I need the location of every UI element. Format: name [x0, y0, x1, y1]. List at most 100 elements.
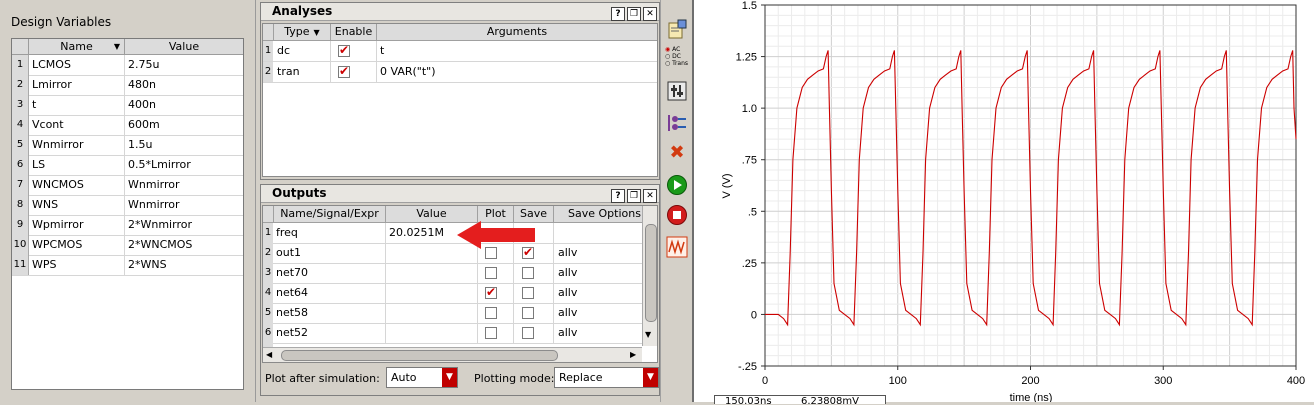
save-checkbox[interactable]: [522, 307, 534, 319]
design-variable-row[interactable]: 8 WNS Wnmirror: [12, 195, 243, 216]
plotting-mode-label: Plotting mode:: [474, 372, 555, 385]
name-signal-column-header[interactable]: Name/Signal/Expr: [274, 206, 386, 223]
output-name: net70: [276, 266, 309, 279]
variable-value: 2.75u: [128, 58, 160, 71]
output-row[interactable]: 3 net70 allv: [263, 263, 642, 284]
variable-name: LS: [32, 158, 46, 171]
plot-after-simulation-select[interactable]: Auto ▼: [386, 367, 458, 388]
save-checkbox[interactable]: [522, 267, 534, 279]
red-arrow-annotation: [457, 221, 535, 249]
cell-separator: [553, 323, 554, 343]
design-variable-row[interactable]: 6 LS 0.5*Lmirror: [12, 155, 243, 176]
design-variable-row[interactable]: 5 Wnmirror 1.5u: [12, 135, 243, 156]
row-index: 6: [263, 323, 273, 343]
run-icon[interactable]: [665, 174, 689, 196]
cell-separator: [477, 303, 478, 323]
stop-icon[interactable]: [665, 204, 689, 226]
variable-name: WPCMOS: [32, 238, 83, 251]
ac-dc-trans-icon[interactable]: ◉ AC ○ DC ○ Trans: [665, 46, 689, 74]
waveform-chart: -.25 0 .25 .5 .75 1.0 1.25 1.5 0 100 200 300 400 V (…: [721, 0, 1305, 404]
horizontal-scroll-thumb[interactable]: [281, 350, 558, 361]
plot-checkbox[interactable]: [485, 307, 497, 319]
scroll-down-arrow-icon[interactable]: ▼: [645, 330, 651, 339]
save-checkbox[interactable]: [522, 287, 534, 299]
y-tick-label: .75: [742, 155, 757, 167]
analysis-arguments: 0 VAR("t"): [380, 65, 436, 78]
variables-icon[interactable]: [665, 80, 689, 102]
plot-checkbox[interactable]: [485, 267, 497, 279]
variable-value: 0.5*Lmirror: [128, 158, 191, 171]
analysis-row[interactable]: 1 dc t: [263, 41, 657, 62]
outputs-icon[interactable]: [665, 112, 689, 134]
plotting-mode-value: Replace: [559, 371, 603, 384]
cell-separator: [124, 175, 125, 195]
arrow-shape: [457, 221, 535, 249]
y-tick-label: -.25: [738, 361, 757, 373]
help-icon[interactable]: ?: [611, 189, 625, 203]
enable-checkbox[interactable]: [338, 64, 350, 78]
window-buttons: ? ❐ ✕: [609, 186, 657, 203]
cell-separator: [385, 263, 386, 283]
output-row[interactable]: 2out1 allv: [263, 243, 642, 264]
design-variable-row[interactable]: 3 t 400n: [12, 95, 243, 116]
vertical-scrollbar[interactable]: ▼: [642, 206, 657, 346]
plotting-mode-select[interactable]: Replace ▼: [554, 367, 659, 388]
design-variable-row[interactable]: 11 WPS 2*WNS: [12, 255, 243, 276]
variable-name: WPS: [32, 258, 57, 271]
design-variable-row[interactable]: 10 WPCMOS 2*WNCMOS: [12, 235, 243, 256]
cell-separator: [124, 215, 125, 235]
design-variable-row[interactable]: 4 Vcont 600m: [12, 115, 243, 136]
enable-checkbox[interactable]: [338, 43, 350, 57]
output-row[interactable]: 1 freq 20.0251M: [263, 223, 642, 244]
design-variable-row[interactable]: 1 LCMOS 2.75u: [12, 55, 243, 76]
x-tick-label: 100: [889, 375, 907, 387]
name-column-header[interactable]: Name ▼: [29, 39, 125, 55]
output-name: net58: [276, 306, 309, 319]
design-variable-row[interactable]: 7 WNCMOS Wnmirror: [12, 175, 243, 196]
enable-column-header[interactable]: Enable: [331, 24, 377, 41]
arguments-column-header[interactable]: Arguments: [377, 24, 657, 41]
analyses-title: Analyses: [272, 4, 333, 18]
outputs-title: Outputs: [272, 186, 327, 200]
float-icon[interactable]: ❐: [627, 7, 641, 21]
cell-separator: [376, 62, 377, 82]
plot-icon[interactable]: [665, 236, 689, 258]
analysis-type: tran: [277, 65, 300, 78]
save-checkbox[interactable]: [522, 327, 534, 339]
vertical-scroll-thumb[interactable]: [645, 224, 657, 322]
x-axis-label: time (ns): [1010, 392, 1053, 402]
output-row[interactable]: 6 net52 allv: [263, 323, 642, 344]
scroll-right-arrow-icon[interactable]: ▶: [630, 348, 636, 362]
type-column-header[interactable]: Type ▼: [274, 24, 331, 41]
row-index: 1: [263, 41, 273, 61]
row-index: 4: [12, 115, 29, 135]
chevron-down-icon[interactable]: ▼: [442, 368, 457, 387]
cell-separator: [376, 41, 377, 61]
cursor-time: 150.03ns: [725, 396, 772, 404]
analysis-row[interactable]: 2 tran 0 VAR("t"): [263, 62, 657, 83]
scroll-left-arrow-icon[interactable]: ◀: [266, 348, 272, 362]
design-variable-row[interactable]: 9 Wpmirror 2*Wnmirror: [12, 215, 243, 236]
save-options: allv: [558, 286, 578, 299]
close-icon[interactable]: ✕: [643, 7, 657, 21]
analysis-type: dc: [277, 44, 291, 57]
help-icon[interactable]: ?: [611, 7, 625, 21]
cell-separator: [477, 323, 478, 343]
delete-icon[interactable]: ✖: [665, 142, 689, 164]
output-row[interactable]: 4net64 allv: [263, 283, 642, 304]
cell-separator: [477, 283, 478, 303]
variable-value: 400n: [128, 98, 156, 111]
design-variable-row[interactable]: 2 Lmirror 480n: [12, 75, 243, 96]
close-icon[interactable]: ✕: [643, 189, 657, 203]
chevron-down-icon[interactable]: ▼: [643, 368, 658, 387]
row-index: 9: [12, 215, 29, 235]
setup-icon[interactable]: [665, 18, 689, 40]
output-row[interactable]: 5 net58 allv: [263, 303, 642, 324]
row-index: 5: [12, 135, 29, 155]
horizontal-scrollbar[interactable]: ◀ ▶: [263, 347, 642, 362]
float-icon[interactable]: ❐: [627, 189, 641, 203]
value-column-header[interactable]: Value: [125, 39, 243, 55]
plot-checkbox[interactable]: [485, 327, 497, 339]
y-tick-label: 1.0: [742, 103, 757, 115]
plot-checkbox[interactable]: [485, 285, 497, 299]
